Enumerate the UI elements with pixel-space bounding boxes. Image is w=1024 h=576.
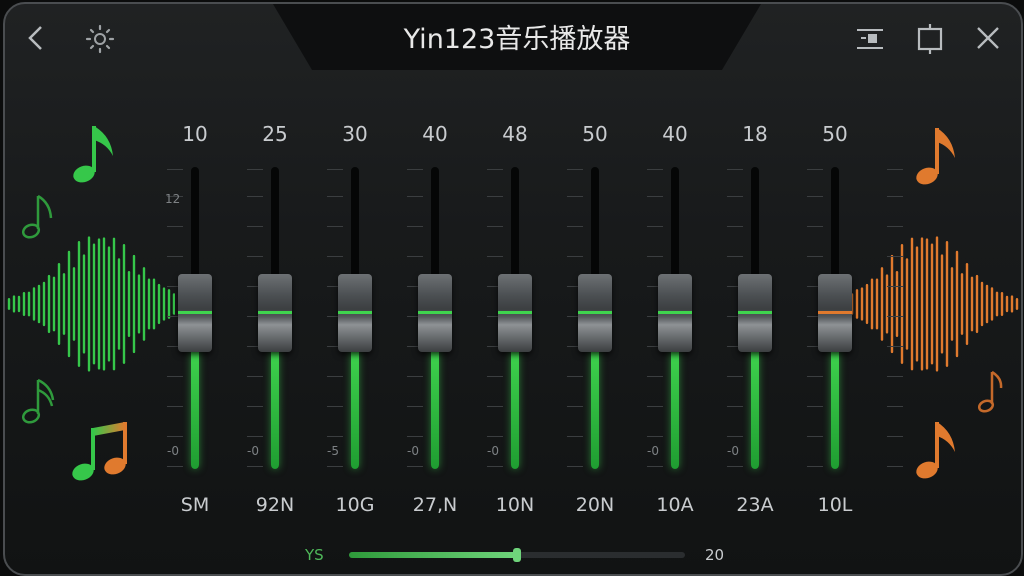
close-icon[interactable]: [975, 25, 1001, 51]
band-label: 92N: [255, 494, 295, 516]
band-slider-knob[interactable]: [498, 274, 532, 352]
band-label: 10N: [495, 494, 535, 516]
band-value: 10: [182, 122, 208, 146]
band-label: 20N: [575, 494, 615, 516]
band-slider-knob[interactable]: [418, 274, 452, 352]
double-music-note-icon: [69, 418, 133, 488]
band-slider-fill: [511, 348, 519, 469]
bottom-slider-label: YS: [305, 546, 324, 564]
scale-label: -0: [647, 444, 659, 458]
band-slider-knob[interactable]: [818, 274, 852, 352]
band-slider-fill: [591, 348, 599, 469]
music-note-icon: [911, 418, 961, 488]
band-label: 10A: [656, 494, 694, 516]
window-title: Yin123音乐播放器: [403, 24, 631, 55]
band-value: 25: [262, 122, 288, 146]
music-note-icon: [911, 124, 961, 194]
bottom-slider-thumb[interactable]: [513, 548, 521, 562]
band-slider-knob[interactable]: [578, 274, 612, 352]
band-label: SM: [180, 494, 210, 516]
band-slider-fill: [431, 348, 439, 469]
band-slider-fill: [671, 348, 679, 469]
maximize-icon[interactable]: [915, 23, 945, 55]
band-slider-fill: [751, 348, 759, 469]
mini-mode-icon[interactable]: [855, 26, 885, 52]
gear-icon[interactable]: [85, 24, 115, 54]
band-value: 40: [662, 122, 688, 146]
band-slider-fill: [351, 348, 359, 469]
band-slider-fill: [271, 348, 279, 469]
scale-label: -0: [407, 444, 419, 458]
scale-label: -0: [727, 444, 739, 458]
band-value: 18: [742, 122, 768, 146]
waveform-right: [850, 224, 1021, 388]
bottom-slider-value: 20: [705, 546, 725, 564]
waveform-left: [5, 224, 176, 388]
scale-label: -0: [167, 444, 179, 458]
band-slider-knob[interactable]: [338, 274, 372, 352]
band-value: 30: [342, 122, 368, 146]
band-label: 10G: [335, 494, 375, 516]
scale-label: -0: [247, 444, 259, 458]
chevron-left-icon[interactable]: [25, 24, 47, 52]
band-slider-fill: [831, 348, 839, 469]
app-window: Yin123音乐播放器 12 -0 -0 -5 -0 -0 -0 -0 10 S…: [3, 2, 1023, 576]
band-slider-knob[interactable]: [658, 274, 692, 352]
band-value: 40: [422, 122, 448, 146]
scale-label: 12: [165, 192, 181, 206]
band-label: 10L: [817, 494, 853, 516]
scale-label: -0: [487, 444, 499, 458]
band-label: 23A: [736, 494, 774, 516]
band-value: 48: [502, 122, 528, 146]
band-slider-knob[interactable]: [738, 274, 772, 352]
music-note-icon: [67, 122, 119, 192]
band-slider-fill: [191, 348, 199, 469]
band-slider-knob[interactable]: [258, 274, 292, 352]
band-value: 50: [822, 122, 848, 146]
band-value: 50: [582, 122, 608, 146]
band-label: 27,N: [412, 494, 458, 516]
bottom-slider-fill: [349, 552, 517, 558]
band-slider-knob[interactable]: [178, 274, 212, 352]
bottom-slider-track[interactable]: [349, 548, 685, 562]
scale-label: -5: [327, 444, 339, 458]
